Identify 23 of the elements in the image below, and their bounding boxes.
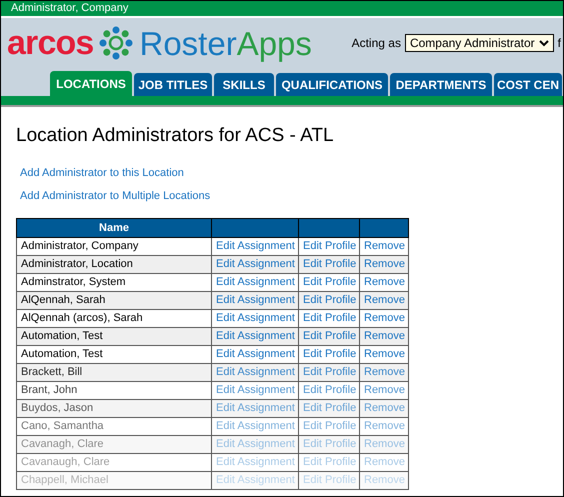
name-cell: Cano, Samantha (16, 418, 212, 436)
add-admin-link[interactable]: Add Administrator to Multiple Locations (20, 188, 210, 204)
add-admin-link[interactable]: Add Administrator to this Location (20, 165, 184, 182)
role-dropdown[interactable]: Company Administrator (404, 34, 554, 52)
name-cell: Brant, John (16, 382, 212, 400)
nav-tab[interactable]: DEPARTMENTS (390, 73, 492, 96)
name-cell: Cavanagh, Clare (16, 436, 212, 454)
user-name: Administrator, Company (11, 1, 128, 16)
nav-tab[interactable]: JOB TITLES (134, 73, 212, 96)
nav-tab[interactable]: LOCATIONS (50, 71, 132, 96)
chevron-down-icon (538, 39, 549, 47)
page-title: Location Administrators for ACS - ATL (16, 126, 335, 145)
gear-logo-icon (97, 24, 136, 62)
logo: arcos RosterApps (7, 24, 312, 62)
nav-tab[interactable]: QUALIFICATIONS (276, 73, 388, 96)
column-header: Name (16, 218, 212, 238)
acting-as-label: Acting as (352, 35, 401, 52)
name-cell: Buydos, Jason (16, 400, 212, 418)
cut-text: f (558, 35, 562, 52)
name-cell: Cavanaugh, Clare (16, 454, 212, 472)
nav-tab[interactable]: COST CEN (494, 73, 562, 96)
nav-tab[interactable]: SKILLS (214, 73, 274, 96)
name-cell: Chappell, Michael (16, 472, 212, 490)
